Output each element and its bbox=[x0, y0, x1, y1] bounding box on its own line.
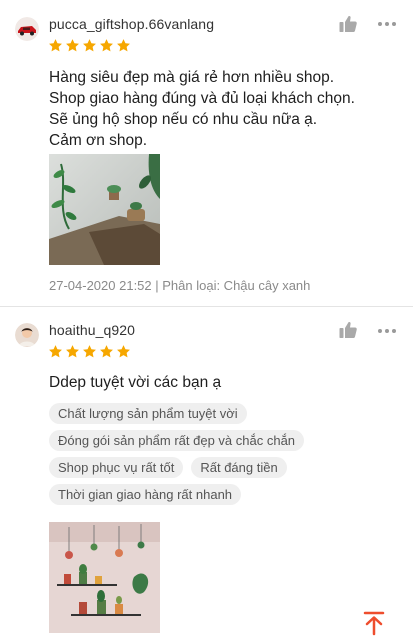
star-icon bbox=[117, 39, 130, 52]
star-icon bbox=[83, 39, 96, 52]
star-icon bbox=[49, 345, 62, 358]
username[interactable]: pucca_giftshop.66vanlang bbox=[49, 16, 214, 32]
star-icon bbox=[83, 345, 96, 358]
star-rating bbox=[48, 38, 131, 53]
more-options-dot bbox=[385, 329, 389, 333]
person-avatar-icon bbox=[15, 323, 39, 347]
review-tag: Đóng gói sản phẩm rất đẹp và chắc chắn bbox=[49, 430, 305, 451]
review-comment: Hàng siêu đẹp mà giá rẻ hơn nhiều shop. … bbox=[49, 67, 355, 151]
star-icon bbox=[100, 345, 113, 358]
tag-row: Thời gian giao hàng rất nhanh bbox=[49, 484, 359, 505]
thumbs-up-icon bbox=[339, 321, 357, 338]
tag-row: Chất lượng sản phẩm tuyệt vời bbox=[49, 403, 359, 424]
more-options-icon bbox=[378, 22, 382, 26]
review-tag: Thời gian giao hàng rất nhanh bbox=[49, 484, 242, 505]
review-tags: Chất lượng sản phẩm tuyệt vời Đóng gói s… bbox=[49, 403, 359, 511]
comment-line: Sẽ ủng hộ shop nếu có nhu cầu nữa ạ. bbox=[49, 111, 318, 128]
star-icon bbox=[66, 39, 79, 52]
comment-line: Shop giao hàng đúng và đủ loại khách chọ… bbox=[49, 90, 355, 107]
comment-line: Cảm ơn shop. bbox=[49, 132, 148, 149]
review-photo[interactable] bbox=[49, 154, 160, 265]
wall-plant-sticker-photo bbox=[49, 154, 160, 265]
star-icon bbox=[100, 39, 113, 52]
comment-line: Hàng siêu đẹp mà giá rẻ hơn nhiều shop. bbox=[49, 69, 335, 86]
review-meta: 27-04-2020 21:52 | Phân loại: Chậu cây x… bbox=[49, 278, 311, 293]
like-button[interactable] bbox=[338, 320, 358, 340]
like-button[interactable] bbox=[338, 14, 358, 34]
user-avatar[interactable] bbox=[15, 323, 39, 347]
scroll-to-top-button[interactable] bbox=[360, 609, 388, 637]
cactus-shelf-sticker-photo bbox=[49, 522, 160, 633]
more-options-dot bbox=[392, 22, 396, 26]
thumbs-up-icon bbox=[339, 15, 357, 32]
star-icon bbox=[117, 345, 130, 358]
username[interactable]: hoaithu_q920 bbox=[49, 322, 135, 338]
scroll-to-top-icon bbox=[363, 611, 385, 636]
user-avatar[interactable] bbox=[15, 17, 39, 41]
tag-row: Shop phục vụ rất tốt Rất đáng tiền bbox=[49, 457, 359, 478]
comment-line: Ddep tuyệt vời các bạn ạ bbox=[49, 374, 222, 391]
more-options-button[interactable] bbox=[378, 326, 402, 336]
star-icon bbox=[49, 39, 62, 52]
more-options-dot bbox=[392, 329, 396, 333]
review-comment: Ddep tuyệt vời các bạn ạ bbox=[49, 372, 221, 393]
review-card: pucca_giftshop.66vanlang Hàng siêu đẹp m… bbox=[0, 0, 413, 307]
review-photo[interactable] bbox=[49, 522, 160, 633]
more-options-icon bbox=[378, 329, 382, 333]
review-card: hoaithu_q920 Ddep tuyệt vời các bạn ạ Ch… bbox=[0, 308, 413, 639]
review-tag: Rất đáng tiền bbox=[191, 457, 287, 478]
red-car-avatar-icon bbox=[15, 17, 39, 41]
star-rating bbox=[48, 344, 131, 359]
more-options-button[interactable] bbox=[378, 19, 402, 29]
tag-row: Đóng gói sản phẩm rất đẹp và chắc chắn bbox=[49, 430, 359, 451]
star-icon bbox=[66, 345, 79, 358]
more-options-dot bbox=[385, 22, 389, 26]
review-tag: Shop phục vụ rất tốt bbox=[49, 457, 184, 478]
review-tag: Chất lượng sản phẩm tuyệt vời bbox=[49, 403, 247, 424]
